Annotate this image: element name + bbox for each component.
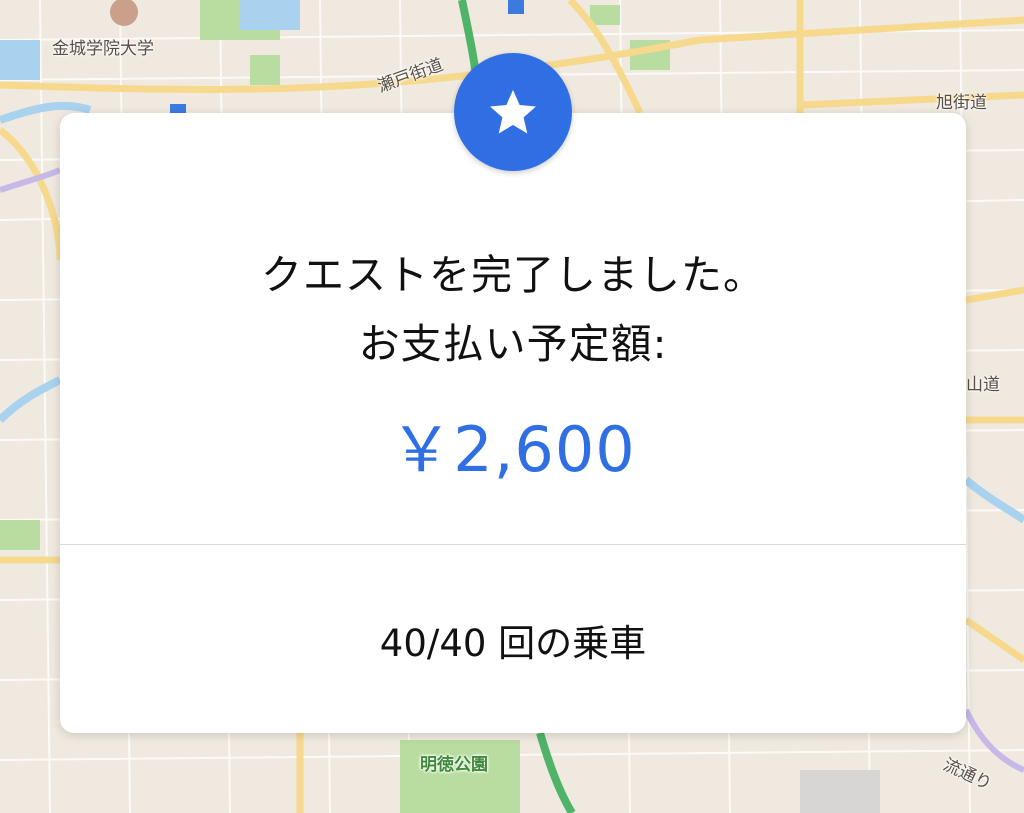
- map-label-university: 金城学院大学: [52, 39, 154, 59]
- payment-label: お支払い予定額:: [358, 320, 668, 368]
- star-badge: [454, 53, 572, 171]
- star-icon: [490, 89, 536, 134]
- map-label-asahi-kaido: 旭街道: [936, 93, 987, 113]
- map-label-yamamichi: 山道: [966, 375, 1000, 395]
- map-label-meitoku-park: 明徳公園: [420, 755, 488, 775]
- divider: [60, 544, 966, 545]
- rides-count: 40/40 回の乗車: [379, 622, 647, 665]
- quest-complete-dialog: クエストを完了しました。 お支払い予定額: ￥2,600 40/40 回の乗車: [60, 113, 966, 733]
- payment-amount: ￥2,600: [390, 413, 636, 486]
- quest-complete-message: クエストを完了しました。: [261, 251, 765, 299]
